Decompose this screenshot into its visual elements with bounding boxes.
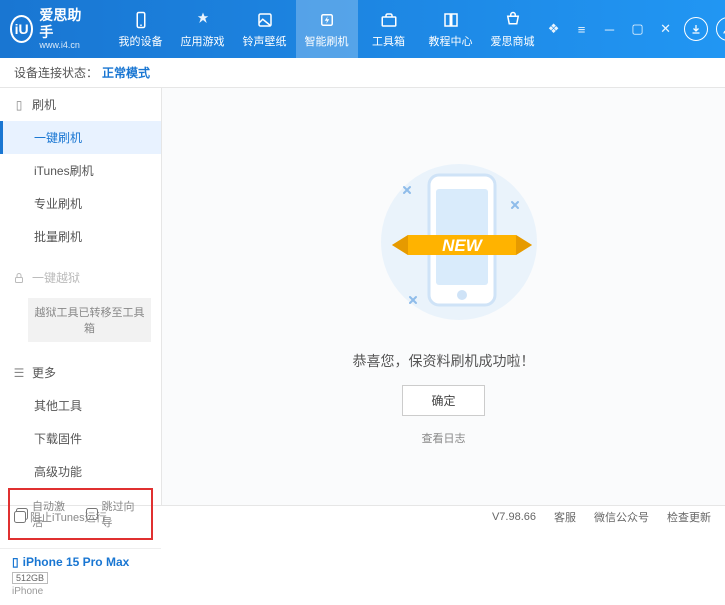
chk-label: 跳过向导 <box>102 498 146 530</box>
status-mode: 正常模式 <box>102 64 150 81</box>
nav-ringtone[interactable]: 铃声壁纸 <box>234 0 296 58</box>
maximize-icon[interactable]: ▢ <box>628 19 648 39</box>
wallpaper-icon <box>255 10 275 30</box>
user-button[interactable] <box>716 17 725 41</box>
nav-apps[interactable]: 应用游戏 <box>172 0 234 58</box>
sidebar-item-one-click[interactable]: 一键刷机 <box>0 121 161 154</box>
nav-my-device[interactable]: 我的设备 <box>110 0 172 58</box>
menu-icon[interactable]: ≡ <box>572 19 592 39</box>
chk-label: 阻止iTunes运行 <box>30 509 107 525</box>
logo-icon: iU <box>10 15 33 43</box>
section-label: 更多 <box>32 364 56 381</box>
device-name-text: iPhone 15 Pro Max <box>23 555 130 569</box>
sidebar-item-advanced[interactable]: 高级功能 <box>0 455 161 488</box>
skin-icon[interactable]: ❖ <box>544 19 564 39</box>
phone-small-icon: ▯ <box>12 98 26 112</box>
support-link[interactable]: 客服 <box>554 509 576 525</box>
book-icon <box>441 10 461 30</box>
section-flash[interactable]: ▯ 刷机 <box>0 88 161 121</box>
version-text: V7.98.66 <box>492 511 536 523</box>
cart-icon <box>503 10 523 30</box>
device-type: iPhone <box>12 586 149 597</box>
sidebar-item-pro[interactable]: 专业刷机 <box>0 187 161 220</box>
nav-store[interactable]: 爱思商城 <box>482 0 544 58</box>
download-button[interactable] <box>684 17 708 41</box>
logo: iU 爱思助手 www.i4.cn <box>10 7 85 51</box>
section-jailbreak: 一键越狱 <box>0 261 161 294</box>
section-label: 刷机 <box>32 96 56 113</box>
sidebar-item-itunes[interactable]: iTunes刷机 <box>0 154 161 187</box>
nav-label: 教程中心 <box>429 33 473 49</box>
ok-button[interactable]: 确定 <box>402 385 484 416</box>
update-link[interactable]: 检查更新 <box>667 509 711 525</box>
nav-tutorial[interactable]: 教程中心 <box>420 0 482 58</box>
nav-label: 智能刷机 <box>305 33 349 49</box>
top-nav: 我的设备 应用游戏 铃声壁纸 智能刷机 工具箱 教程中心 爱思商城 <box>110 0 544 58</box>
view-log-link[interactable]: 查看日志 <box>422 430 466 446</box>
nav-label: 应用游戏 <box>181 33 225 49</box>
nav-label: 铃声壁纸 <box>243 33 287 49</box>
apps-icon <box>193 10 213 30</box>
device-phone-icon: ▯ <box>12 555 19 569</box>
lock-icon <box>12 272 26 284</box>
device-storage: 512GB <box>12 572 48 584</box>
sidebar-item-batch[interactable]: 批量刷机 <box>0 220 161 253</box>
nav-label: 我的设备 <box>119 33 163 49</box>
success-illustration: NEW <box>374 147 514 337</box>
success-message: 恭喜您，保资料刷机成功啦！ <box>353 351 535 371</box>
jailbreak-note: 越狱工具已转移至工具箱 <box>28 298 151 342</box>
phone-icon <box>131 10 151 30</box>
status-bar: 设备连接状态： 正常模式 <box>0 58 725 88</box>
nav-label: 工具箱 <box>372 33 405 49</box>
minimize-icon[interactable]: ─ <box>600 19 620 39</box>
app-header: iU 爱思助手 www.i4.cn 我的设备 应用游戏 铃声壁纸 智能刷机 工具… <box>0 0 725 58</box>
main-content: NEW 恭喜您，保资料刷机成功啦！ 确定 查看日志 <box>162 88 725 505</box>
wechat-link[interactable]: 微信公众号 <box>594 509 649 525</box>
section-label: 一键越狱 <box>32 269 80 286</box>
window-controls: ❖ ≡ ─ ▢ ✕ <box>544 17 725 41</box>
sidebar-item-download-fw[interactable]: 下载固件 <box>0 422 161 455</box>
flash-icon <box>317 10 337 30</box>
sidebar: ▯ 刷机 一键刷机 iTunes刷机 专业刷机 批量刷机 一键越狱 越狱工具已转… <box>0 88 162 505</box>
app-url: www.i4.cn <box>39 40 84 51</box>
nav-label: 爱思商城 <box>491 33 535 49</box>
device-info[interactable]: ▯ iPhone 15 Pro Max 512GB iPhone <box>0 548 161 605</box>
toolbox-icon <box>379 10 399 30</box>
nav-toolbox[interactable]: 工具箱 <box>358 0 420 58</box>
app-title: 爱思助手 <box>39 7 84 41</box>
close-icon[interactable]: ✕ <box>656 19 676 39</box>
sidebar-item-other-tools[interactable]: 其他工具 <box>0 389 161 422</box>
section-more[interactable]: ☰ 更多 <box>0 356 161 389</box>
chk-block-itunes[interactable]: 阻止iTunes运行 <box>14 509 107 525</box>
list-icon: ☰ <box>12 366 26 380</box>
ribbon-text: NEW <box>442 236 484 255</box>
nav-flash[interactable]: 智能刷机 <box>296 0 358 58</box>
status-label: 设备连接状态： <box>14 64 98 81</box>
